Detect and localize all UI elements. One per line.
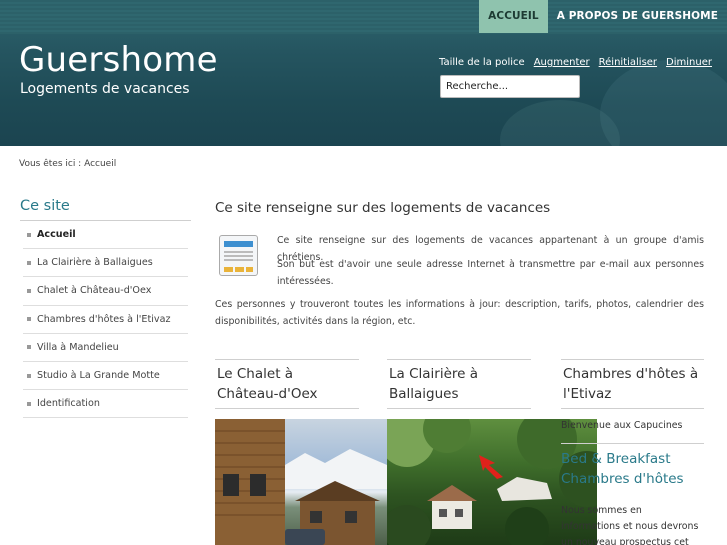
column-chalet: Le Chalet à Château-d'Oex — [215, 359, 359, 409]
font-reset-link[interactable]: Réinitialiser — [599, 57, 657, 68]
info-line-2: informations et nous devrons — [561, 521, 699, 532]
sidebar-item-chambres[interactable]: Chambres d'hôtes à l'Etivaz — [23, 306, 188, 334]
sidebar-item-label: Accueil — [37, 229, 76, 241]
sidebar-item-label: Studio à La Grande Motte — [37, 370, 160, 382]
bullet-icon — [27, 345, 31, 350]
page-title: Ce site renseigne sur des logements de v… — [215, 200, 551, 216]
font-increase-link[interactable]: Augmenter — [534, 57, 590, 68]
site-subtitle: Logements de vacances — [20, 81, 190, 97]
top-navigation: ACCUEIL A PROPOS DE GUERSHOME — [479, 0, 727, 33]
column-title-clairiere[interactable]: La Clairière à Ballaigues — [387, 359, 531, 409]
sidebar-item-accueil[interactable]: Accueil — [23, 221, 188, 250]
site-title[interactable]: Guershome — [19, 40, 218, 80]
font-size-controls: Taille de la police Augmenter Réinitiali… — [439, 57, 712, 68]
info-line-3: un nouveau prospectus cet — [561, 537, 689, 545]
font-decrease-link[interactable]: Diminuer — [666, 57, 712, 68]
sidebar-item-studio[interactable]: Studio à La Grande Motte — [23, 362, 188, 391]
search-input[interactable]: Recherche... — [440, 75, 580, 98]
bullet-icon — [27, 260, 31, 265]
column-chambres: Chambres d'hôtes à l'Etivaz — [561, 359, 704, 409]
column-clairiere: La Clairière à Ballaigues — [387, 359, 531, 409]
site-header: ACCUEIL A PROPOS DE GUERSHOME Guershome … — [0, 0, 727, 146]
sidebar-item-label: Chambres d'hôtes à l'Etivaz — [37, 313, 171, 325]
sidebar-item-label: Identification — [37, 398, 100, 410]
sidebar-title: Ce site — [20, 198, 191, 221]
column-title-chalet[interactable]: Le Chalet à Château-d'Oex — [215, 359, 359, 409]
info-line-1: Nous sommes en — [561, 505, 642, 516]
divider — [561, 443, 704, 444]
bullet-icon — [27, 401, 31, 406]
sidebar-item-chalet[interactable]: Chalet à Château-d'Oex — [23, 277, 188, 306]
nav-about[interactable]: A PROPOS DE GUERSHOME — [548, 0, 727, 33]
chalet-photo[interactable] — [215, 419, 387, 545]
bullet-icon — [27, 317, 31, 322]
sidebar: Ce site Accueil La Clairière à Ballaigue… — [20, 198, 191, 419]
info-paragraph: Ces personnes y trouveront toutes les in… — [215, 299, 704, 327]
bullet-icon — [27, 373, 31, 378]
sidebar-item-clairiere[interactable]: La Clairière à Ballaigues — [23, 249, 188, 278]
sidebar-item-label: Villa à Mandelieu — [37, 341, 119, 353]
welcome-text: Bienvenue aux Capucines — [561, 420, 683, 431]
sidebar-item-label: Chalet à Château-d'Oex — [37, 285, 152, 297]
sidebar-item-villa[interactable]: Villa à Mandelieu — [23, 334, 188, 362]
font-size-label: Taille de la police — [439, 57, 525, 68]
bullet-icon — [27, 288, 31, 293]
sidebar-item-label: La Clairière à Ballaigues — [37, 257, 153, 269]
chalet-photo-illustration — [215, 419, 387, 545]
bed-breakfast-link[interactable]: Bed & Breakfast Chambres d'hôtes — [561, 449, 704, 489]
column-title-chambres[interactable]: Chambres d'hôtes à l'Etivaz — [561, 359, 704, 409]
document-icon — [219, 235, 258, 276]
bullet-icon — [27, 232, 31, 237]
sidebar-item-identification[interactable]: Identification — [23, 390, 188, 419]
purpose-paragraph: Son but est d'avoir une seule adresse In… — [277, 259, 704, 287]
sidebar-menu: Accueil La Clairière à Ballaigues Chalet… — [23, 221, 188, 419]
nav-home[interactable]: ACCUEIL — [479, 0, 548, 33]
breadcrumb: Vous êtes ici : Accueil — [19, 159, 117, 169]
main-content: Ce site renseigne sur des logements de v… — [215, 200, 704, 327]
